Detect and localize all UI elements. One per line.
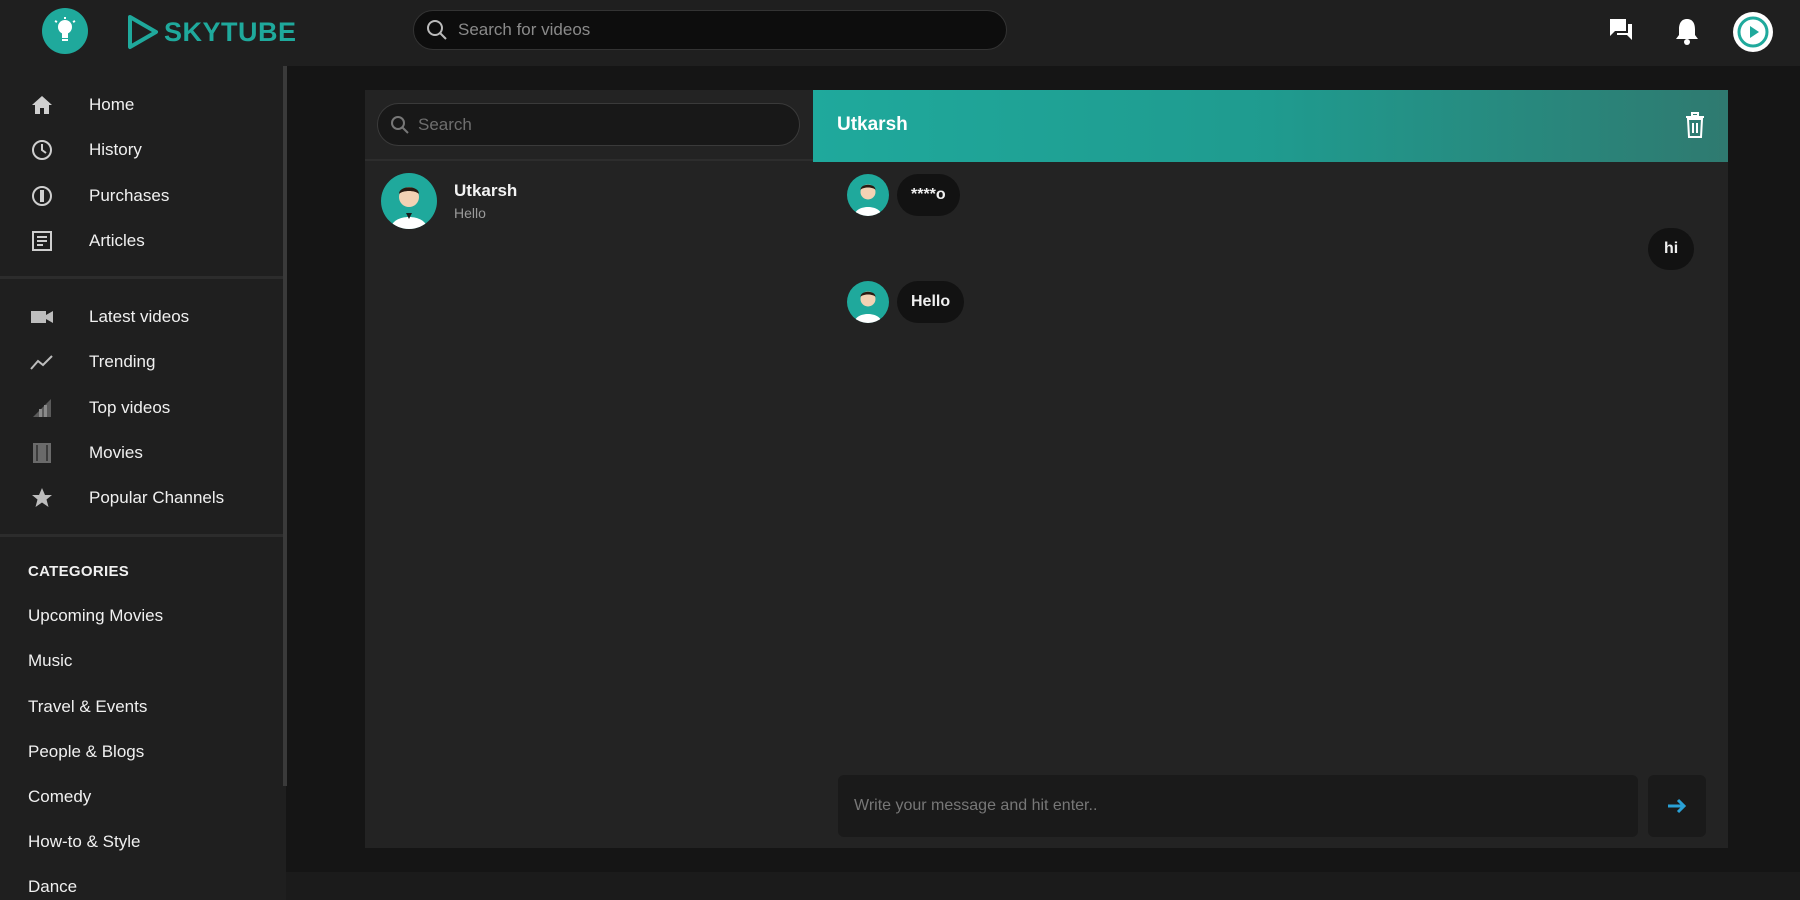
conversation-search-bar[interactable] bbox=[377, 103, 800, 146]
sidebar-item-label: Articles bbox=[89, 231, 145, 250]
bell-icon[interactable] bbox=[1673, 16, 1701, 51]
sidebar: Home History Purchases Articles Latest v… bbox=[0, 66, 286, 900]
sidebar-item-label: Top videos bbox=[89, 398, 171, 417]
chat-header: Utkarsh bbox=[813, 90, 1728, 162]
sidebar-item-label: Latest videos bbox=[89, 307, 190, 326]
search-icon bbox=[391, 115, 409, 134]
send-button[interactable] bbox=[1648, 775, 1706, 837]
conversation-search-input[interactable] bbox=[416, 113, 770, 136]
category-people-blogs[interactable]: People & Blogs bbox=[28, 742, 144, 762]
conversation-item[interactable]: Utkarsh Hello bbox=[365, 165, 813, 239]
trash-icon[interactable] bbox=[1683, 111, 1707, 144]
sidebar-item-purchases[interactable]: Purchases bbox=[0, 176, 280, 216]
message-bubble: Hello bbox=[897, 281, 965, 323]
dollar-circle-icon bbox=[30, 184, 54, 208]
sidebar-item-label: Purchases bbox=[89, 186, 170, 205]
bar-signal-icon bbox=[30, 396, 54, 420]
sidebar-item-label: Movies bbox=[89, 443, 143, 462]
home-icon bbox=[30, 93, 54, 117]
sidebar-item-articles[interactable]: Articles bbox=[0, 221, 280, 261]
bulb-icon[interactable] bbox=[42, 8, 88, 54]
message-input[interactable] bbox=[852, 796, 1616, 816]
sidebar-item-top-videos[interactable]: Top videos bbox=[0, 388, 280, 428]
message-bubble-own: hi bbox=[1648, 228, 1695, 270]
trending-line-icon bbox=[30, 350, 54, 374]
article-icon bbox=[30, 229, 54, 253]
message-avatar bbox=[847, 174, 889, 216]
search-icon bbox=[427, 20, 447, 40]
categories-heading: CATEGORIES bbox=[28, 563, 130, 580]
video-search-bar[interactable] bbox=[413, 10, 1007, 50]
sidebar-item-latest-videos[interactable]: Latest videos bbox=[0, 297, 280, 337]
clock-icon bbox=[30, 138, 54, 162]
avatar-play-icon bbox=[1737, 16, 1769, 48]
sidebar-item-history[interactable]: History bbox=[0, 130, 280, 170]
compose-box[interactable] bbox=[838, 775, 1638, 837]
brand-name: SKYTUBE bbox=[164, 16, 297, 47]
message-avatar bbox=[847, 281, 889, 323]
sidebar-item-popular-channels[interactable]: Popular Channels bbox=[0, 478, 280, 518]
category-comedy[interactable]: Comedy bbox=[28, 787, 91, 807]
sidebar-item-trending[interactable]: Trending bbox=[0, 342, 280, 382]
film-icon bbox=[30, 441, 54, 465]
sidebar-item-label: History bbox=[89, 140, 142, 159]
video-camera-icon bbox=[30, 305, 54, 329]
category-how-to-style[interactable]: How-to & Style bbox=[28, 832, 140, 852]
category-music[interactable]: Music bbox=[28, 651, 72, 671]
category-dance[interactable]: Dance bbox=[28, 877, 77, 897]
video-search-input[interactable] bbox=[456, 19, 960, 41]
conversation-divider bbox=[365, 159, 813, 161]
sidebar-divider bbox=[0, 276, 283, 279]
chat-title: Utkarsh bbox=[837, 114, 908, 135]
sidebar-item-movies[interactable]: Movies bbox=[0, 433, 280, 473]
top-bar: SKYTUBE bbox=[0, 0, 1800, 66]
sidebar-item-label: Popular Channels bbox=[89, 488, 225, 507]
sidebar-divider bbox=[0, 534, 283, 537]
user-avatar[interactable] bbox=[1733, 12, 1773, 52]
contact-avatar bbox=[381, 173, 437, 229]
contact-name: Utkarsh bbox=[454, 181, 518, 200]
brand-logo[interactable]: SKYTUBE bbox=[126, 12, 297, 52]
play-logo-icon bbox=[128, 15, 158, 49]
bottom-strip bbox=[286, 872, 1800, 900]
messages-icon[interactable] bbox=[1607, 16, 1635, 49]
star-icon bbox=[30, 486, 54, 510]
message-bubble: ****o bbox=[897, 174, 960, 216]
sidebar-item-label: Trending bbox=[89, 352, 156, 371]
sidebar-item-label: Home bbox=[89, 95, 135, 114]
category-upcoming-movies[interactable]: Upcoming Movies bbox=[28, 606, 163, 626]
category-travel-events[interactable]: Travel & Events bbox=[28, 697, 147, 717]
sidebar-scrollbar[interactable] bbox=[283, 66, 287, 786]
sidebar-item-home[interactable]: Home bbox=[0, 85, 280, 125]
arrow-right-icon bbox=[1668, 798, 1687, 814]
last-message-preview: Hello bbox=[454, 205, 486, 221]
